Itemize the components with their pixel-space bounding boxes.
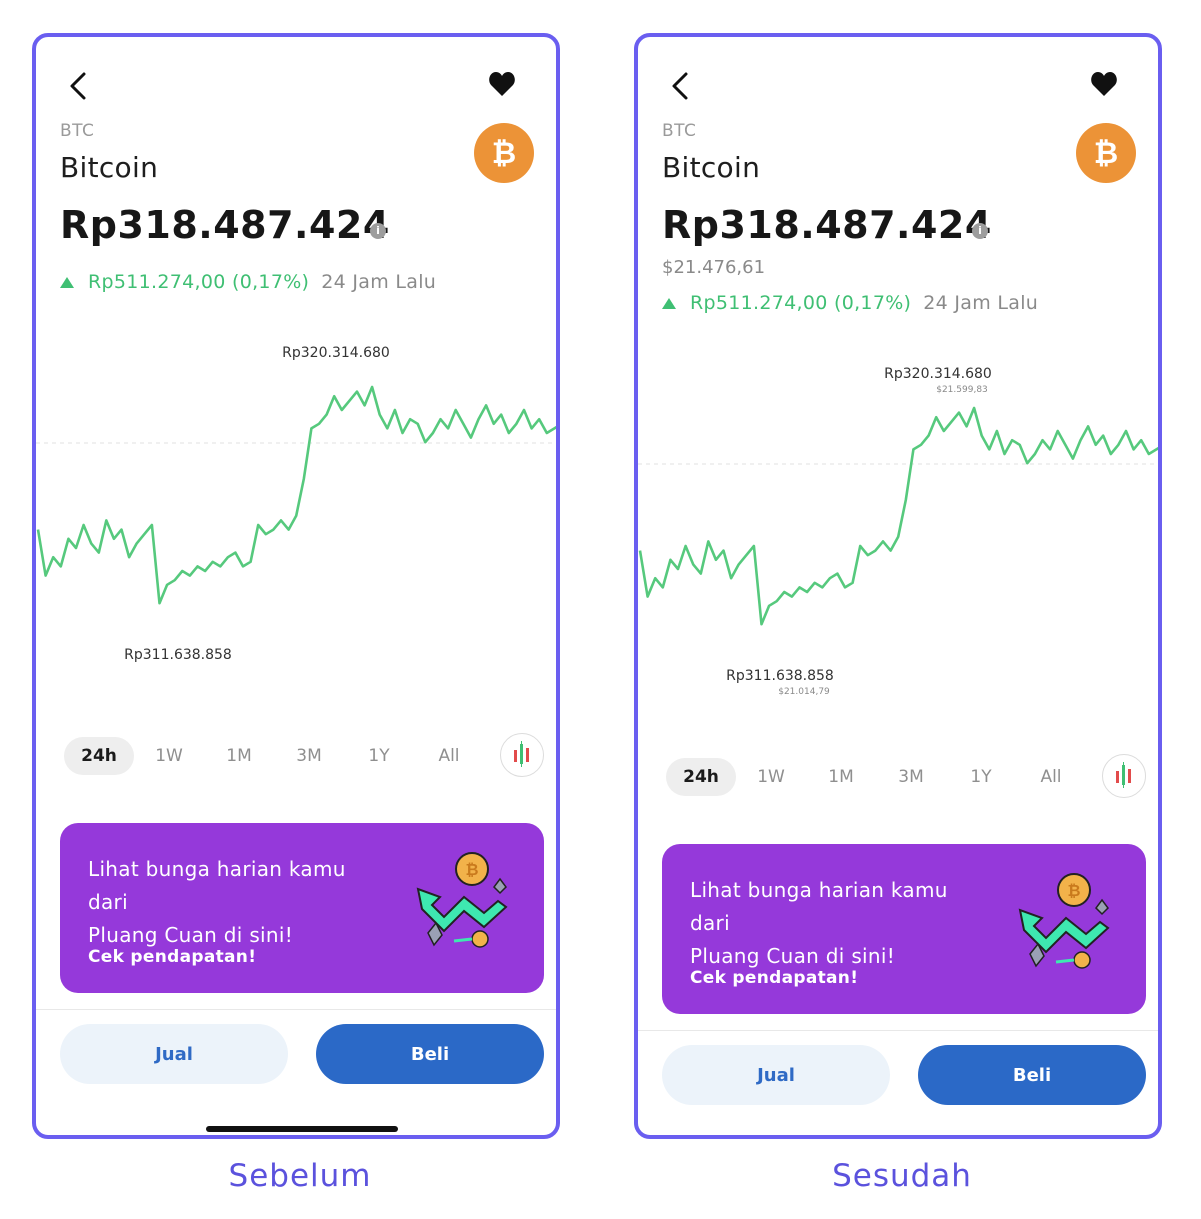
coin-ticker: BTC [662,121,697,141]
svg-text:₿: ₿ [1067,881,1080,900]
tab-1w[interactable]: 1W [736,758,806,796]
coin-name: Bitcoin [662,151,761,184]
heart-icon[interactable] [1090,71,1118,97]
growth-arrow-coins-illustration: ₿ [1018,873,1110,969]
up-arrow-icon [662,297,676,309]
price-change: Rp511.274,00 (0,17%) 24 Jam Lalu [60,271,436,293]
coin-ticker: BTC [60,121,95,141]
tab-1w[interactable]: 1W [134,737,204,775]
chevron-left-icon[interactable] [666,69,696,103]
tab-3m[interactable]: 3M [876,758,946,796]
range-selector: 24h 1W 1M 3M 1Y All [666,754,1146,800]
change-period: 24 Jam Lalu [321,271,437,293]
candlestick-toggle-button[interactable] [1102,754,1146,798]
tab-1y[interactable]: 1Y [344,737,414,775]
phone-after: BTC Bitcoin ₿ Rp318.487.424 i $21.476,61… [634,33,1162,1139]
price-chart[interactable]: Rp320.314.680 $21.599,83 Rp311.638.858 $… [638,348,1158,708]
promo-line-1: Lihat bunga harian kamu dari [88,857,346,914]
tab-1m[interactable]: 1M [806,758,876,796]
promo-text: Lihat bunga harian kamu dari Pluang Cuan… [690,874,990,973]
tab-24h[interactable]: 24h [64,737,134,775]
change-value: Rp511.274,00 (0,17%) [88,271,310,293]
promo-text: Lihat bunga harian kamu dari Pluang Cuan… [88,853,388,952]
chart-low-label: Rp311.638.858 [124,647,232,663]
svg-text:₿: ₿ [465,860,478,879]
price-usd: $21.476,61 [662,257,766,278]
info-icon[interactable]: i [972,223,988,239]
chart-low-usd-label: $21.014,79 [778,687,830,697]
info-icon[interactable]: i [370,223,386,239]
bitcoin-icon: ₿ [1076,123,1136,183]
price-idr: Rp318.487.424 [662,203,992,247]
promo-line-1: Lihat bunga harian kamu dari [690,878,948,935]
buy-button[interactable]: Beli [316,1024,544,1084]
tab-all[interactable]: All [1016,758,1086,796]
tab-1y[interactable]: 1Y [946,758,1016,796]
chart-low-label: Rp311.638.858 [726,668,834,684]
action-bar: Jual Beli [36,1009,556,1135]
sell-button[interactable]: Jual [60,1024,288,1084]
action-bar: Jual Beli [638,1030,1158,1135]
caption-before: Sebelum [228,1158,372,1194]
range-selector: 24h 1W 1M 3M 1Y All [64,733,544,779]
up-arrow-icon [60,276,74,288]
promo-cta-link[interactable]: Cek pendapatan! [88,947,256,967]
chart-high-usd-label: $21.599,83 [936,385,988,395]
buy-button[interactable]: Beli [918,1045,1146,1105]
price-line [36,385,556,605]
tab-3m[interactable]: 3M [274,737,344,775]
coin-name: Bitcoin [60,151,159,184]
chevron-left-icon[interactable] [64,69,94,103]
candlestick-chart-icon [514,741,529,767]
bitcoin-icon: ₿ [474,123,534,183]
caption-after: Sesudah [832,1158,972,1194]
price-idr: Rp318.487.424 [60,203,390,247]
heart-icon[interactable] [488,71,516,97]
phone-before: BTC Bitcoin ₿ Rp318.487.424 i Rp511.274,… [32,33,560,1139]
tab-24h[interactable]: 24h [666,758,736,796]
sell-button[interactable]: Jual [662,1045,890,1105]
home-indicator [206,1126,398,1132]
chart-high-label: Rp320.314.680 [884,366,992,382]
change-value: Rp511.274,00 (0,17%) [690,292,912,314]
growth-arrow-coins-illustration: ₿ [416,852,508,948]
price-line [638,406,1158,626]
price-change: Rp511.274,00 (0,17%) 24 Jam Lalu [662,292,1038,314]
chart-high-label: Rp320.314.680 [282,345,390,361]
tab-all[interactable]: All [414,737,484,775]
candlestick-toggle-button[interactable] [500,733,544,777]
promo-cta-link[interactable]: Cek pendapatan! [690,968,858,988]
price-chart[interactable]: Rp320.314.680 Rp311.638.858 [36,327,556,687]
promo-banner[interactable]: Lihat bunga harian kamu dari Pluang Cuan… [60,823,544,993]
change-period: 24 Jam Lalu [923,292,1039,314]
promo-banner[interactable]: Lihat bunga harian kamu dari Pluang Cuan… [662,844,1146,1014]
tab-1m[interactable]: 1M [204,737,274,775]
candlestick-chart-icon [1116,762,1131,788]
